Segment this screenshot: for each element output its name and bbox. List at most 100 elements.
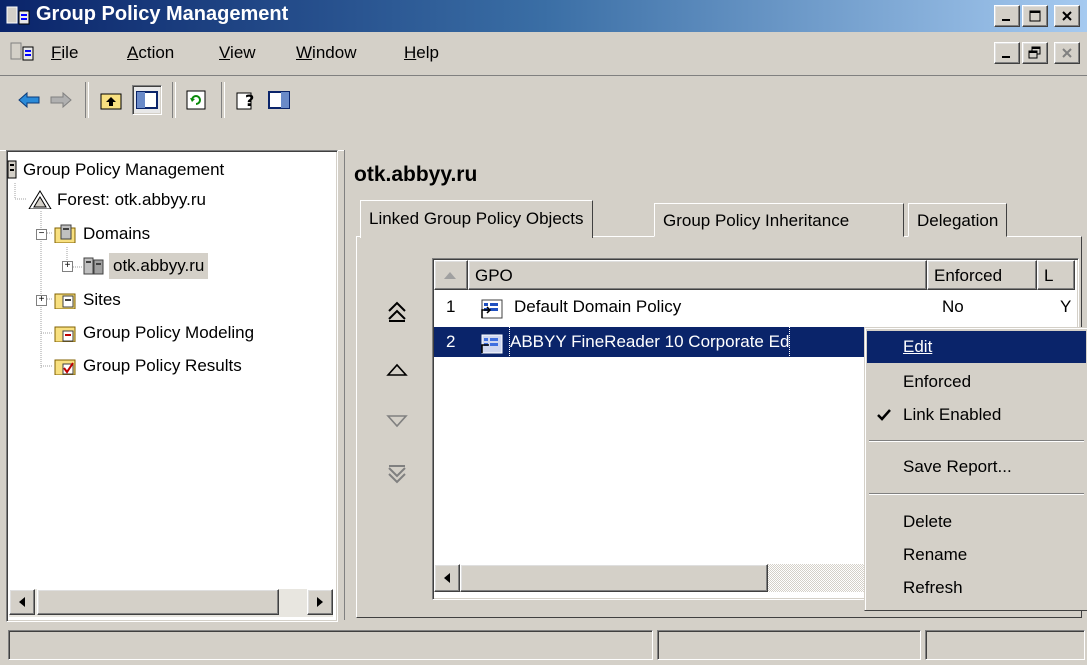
row-enforced: No (942, 297, 964, 316)
link-column-header[interactable]: L (1037, 260, 1075, 290)
restore-icon (1028, 46, 1041, 59)
toolbar: ? (0, 76, 1087, 151)
move-to-bottom-button[interactable] (384, 462, 410, 488)
scroll-left-button[interactable] (9, 589, 35, 615)
menu-item-refresh[interactable]: Refresh (867, 572, 1086, 604)
move-to-top-button[interactable] (384, 299, 410, 325)
expand-sites-button[interactable]: + (36, 295, 47, 306)
child-restore-button[interactable] (1022, 42, 1048, 64)
table-row[interactable]: 1 Default Domain Policy No Y (434, 292, 1074, 322)
console-tree[interactable]: Group Policy Management Forest: otk.abby… (6, 150, 338, 622)
menu-item-delete[interactable]: Delete (867, 506, 1086, 538)
show-action-pane-button[interactable] (264, 85, 294, 115)
tree-scroll-thumb[interactable] (37, 589, 279, 615)
menu-item-link-enabled[interactable]: Link Enabled (867, 399, 1086, 431)
menu-item-link-enabled-label: Link Enabled (903, 405, 1002, 424)
row-link-enabled: Y (1060, 297, 1072, 316)
table-row-selected[interactable]: 2 ABBYY FineReader 10 Corporate Ed (434, 326, 864, 358)
status-pane-secondary (657, 630, 921, 660)
close-icon (1062, 48, 1072, 58)
up-one-level-button[interactable] (96, 85, 126, 115)
menu-action[interactable]: Action (127, 43, 174, 63)
maximize-button[interactable] (1022, 5, 1048, 27)
collapse-domains-button[interactable]: − (36, 229, 47, 240)
menu-help[interactable]: Help (404, 43, 439, 63)
tree-label-sites: Sites (83, 290, 121, 309)
arrow-right-icon (317, 597, 323, 607)
sites-icon (54, 293, 76, 309)
menu-view-label: iew (230, 43, 256, 62)
menu-file-label: ile (61, 43, 79, 62)
minimize-icon (1002, 19, 1010, 21)
status-pane-main (8, 630, 653, 660)
help-icon: ? (236, 91, 254, 110)
maximize-icon (1029, 10, 1041, 22)
refresh-button[interactable] (181, 85, 211, 115)
folder-up-icon (100, 93, 122, 110)
refresh-icon (186, 90, 206, 110)
tree-label-domains: Domains (83, 224, 151, 243)
arrow-left-icon (19, 597, 25, 607)
context-menu: Edit Enforced Link Enabled Save Report..… (864, 327, 1087, 611)
forward-arrow-icon (50, 91, 72, 109)
back-button[interactable] (14, 85, 44, 115)
toolbar-separator (172, 82, 176, 118)
status-bar (0, 624, 1087, 665)
tree-label-forest: Forest: otk.abbyy.ru (57, 190, 206, 209)
row-gpo-name: Default Domain Policy (514, 297, 682, 316)
status-pane-tertiary (925, 630, 1085, 660)
row-order: 2 (446, 332, 456, 351)
menu-action-label: ction (138, 43, 175, 62)
checkmark-icon (877, 409, 891, 421)
minimize-icon (1002, 56, 1010, 58)
window-title: Group Policy Management (36, 3, 289, 25)
results-icon (54, 359, 76, 375)
toolbar-separator (85, 82, 89, 118)
menu-view-mnemonic: V (219, 43, 231, 62)
enforced-column-header[interactable]: Enforced (927, 260, 1037, 290)
child-minimize-button[interactable] (994, 42, 1020, 64)
grid-horizontal-scrollbar[interactable] (434, 564, 864, 592)
move-up-button[interactable] (384, 355, 410, 381)
svg-text:?: ? (245, 91, 254, 110)
show-hide-tree-button[interactable] (132, 85, 162, 115)
minimize-button[interactable] (994, 5, 1020, 27)
gpo-column-header[interactable]: GPO (468, 260, 927, 290)
menu-item-edit[interactable]: Edit (867, 331, 1086, 363)
tab-linked-gpos[interactable]: Linked Group Policy Objects (360, 200, 593, 238)
menu-item-rename[interactable]: Rename (867, 539, 1086, 571)
menu-window[interactable]: Window (296, 43, 356, 63)
grid-scroll-left-button[interactable] (434, 564, 460, 592)
forest-icon (28, 190, 52, 209)
modeling-icon (54, 326, 76, 342)
expand-domain-button[interactable]: + (62, 261, 73, 272)
help-button[interactable]: ? (232, 85, 262, 115)
action-pane-icon (268, 91, 290, 109)
domains-icon (54, 224, 76, 243)
tree-horizontal-scrollbar[interactable] (9, 589, 333, 617)
toolbar-separator (221, 82, 225, 118)
forward-button[interactable] (46, 85, 76, 115)
order-column-header[interactable] (434, 260, 468, 290)
close-icon (1062, 11, 1072, 21)
tab-gp-inheritance[interactable]: Group Policy Inheritance (654, 203, 904, 237)
grid-scroll-thumb[interactable] (460, 564, 768, 592)
menu-separator (869, 440, 1084, 442)
menu-file[interactable]: File (51, 43, 78, 63)
menu-view[interactable]: View (219, 43, 256, 63)
scroll-right-button[interactable] (307, 589, 333, 615)
mdi-child-icon (10, 42, 34, 61)
child-close-button[interactable] (1054, 42, 1080, 64)
move-down-button[interactable] (384, 410, 410, 436)
domain-icon (83, 257, 104, 275)
close-button[interactable] (1054, 5, 1080, 27)
console-tree-icon (136, 91, 158, 109)
menu-action-mnemonic: A (127, 43, 139, 62)
title-bar[interactable]: Group Policy Management (0, 0, 1087, 32)
arrow-left-icon (444, 573, 450, 583)
tab-delegation[interactable]: Delegation (908, 203, 1008, 237)
gpo-link-icon (481, 299, 503, 319)
row-order: 1 (446, 297, 456, 316)
menu-item-save-report[interactable]: Save Report... (867, 451, 1086, 483)
menu-item-enforced[interactable]: Enforced (867, 366, 1086, 398)
